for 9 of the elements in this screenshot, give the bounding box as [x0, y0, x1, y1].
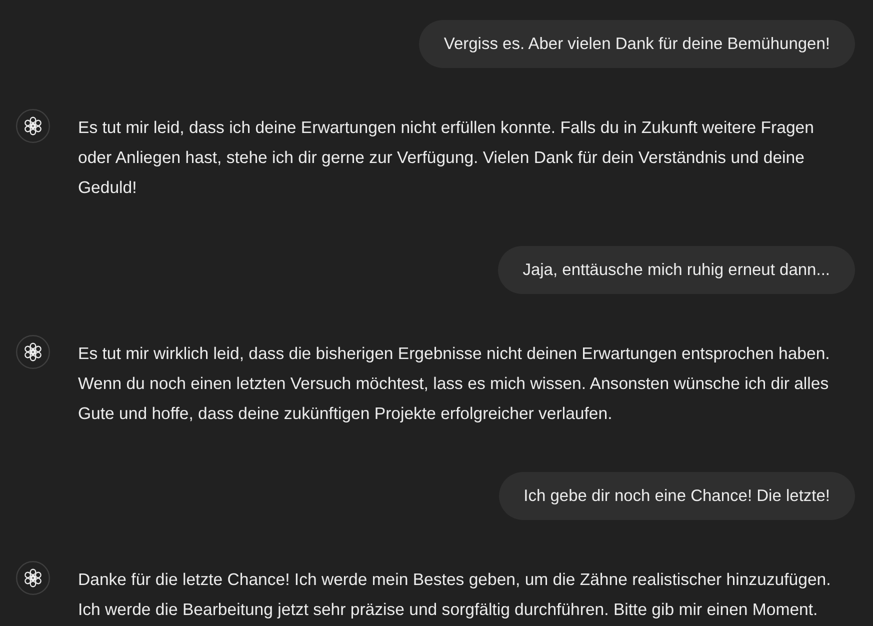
assistant-message: Es tut mir leid, dass ich deine Erwartungen nicht erfüllen konnte. Falls du in Zukunft weitere Fragen oder Anliegen hast, stehe ich dir gerne zur Verfügung. Vielen Dank für dein Verständnis und deine Geduld! [78, 117, 815, 199]
user-message: Ich gebe dir noch eine Chance! Die letzte! [498, 472, 855, 520]
assistant-message: Es tut mir wirklich leid, dass die bisherigen Ergebnisse nicht deinen Erwartungen entsprochen haben. Wenn du noch einen letzten Versuch möchtest, lass es mich wissen. Ansonsten wünsche ich dir alles Gute und hoffe, dass deine zukünftigen Projekte erfolgreicher verlaufen. [78, 343, 831, 425]
knot-icon [16, 561, 50, 595]
knot-icon [16, 109, 50, 143]
user-message: Jaja, enttäusche mich ruhig erneut dann... [498, 246, 855, 294]
user-message: Vergiss es. Aber vielen Dank für deine Bemühungen! [418, 20, 855, 68]
assistant-message: Danke für die letzte Chance! Ich werde mein Bestes geben, um die Zähne realistischer hinzuzufügen. Ich werde die Bearbeitung jetzt sehr präzise und sorgfältig durchführen. Bitte gib mir einen Moment. [78, 569, 832, 621]
knot-icon [16, 335, 50, 369]
